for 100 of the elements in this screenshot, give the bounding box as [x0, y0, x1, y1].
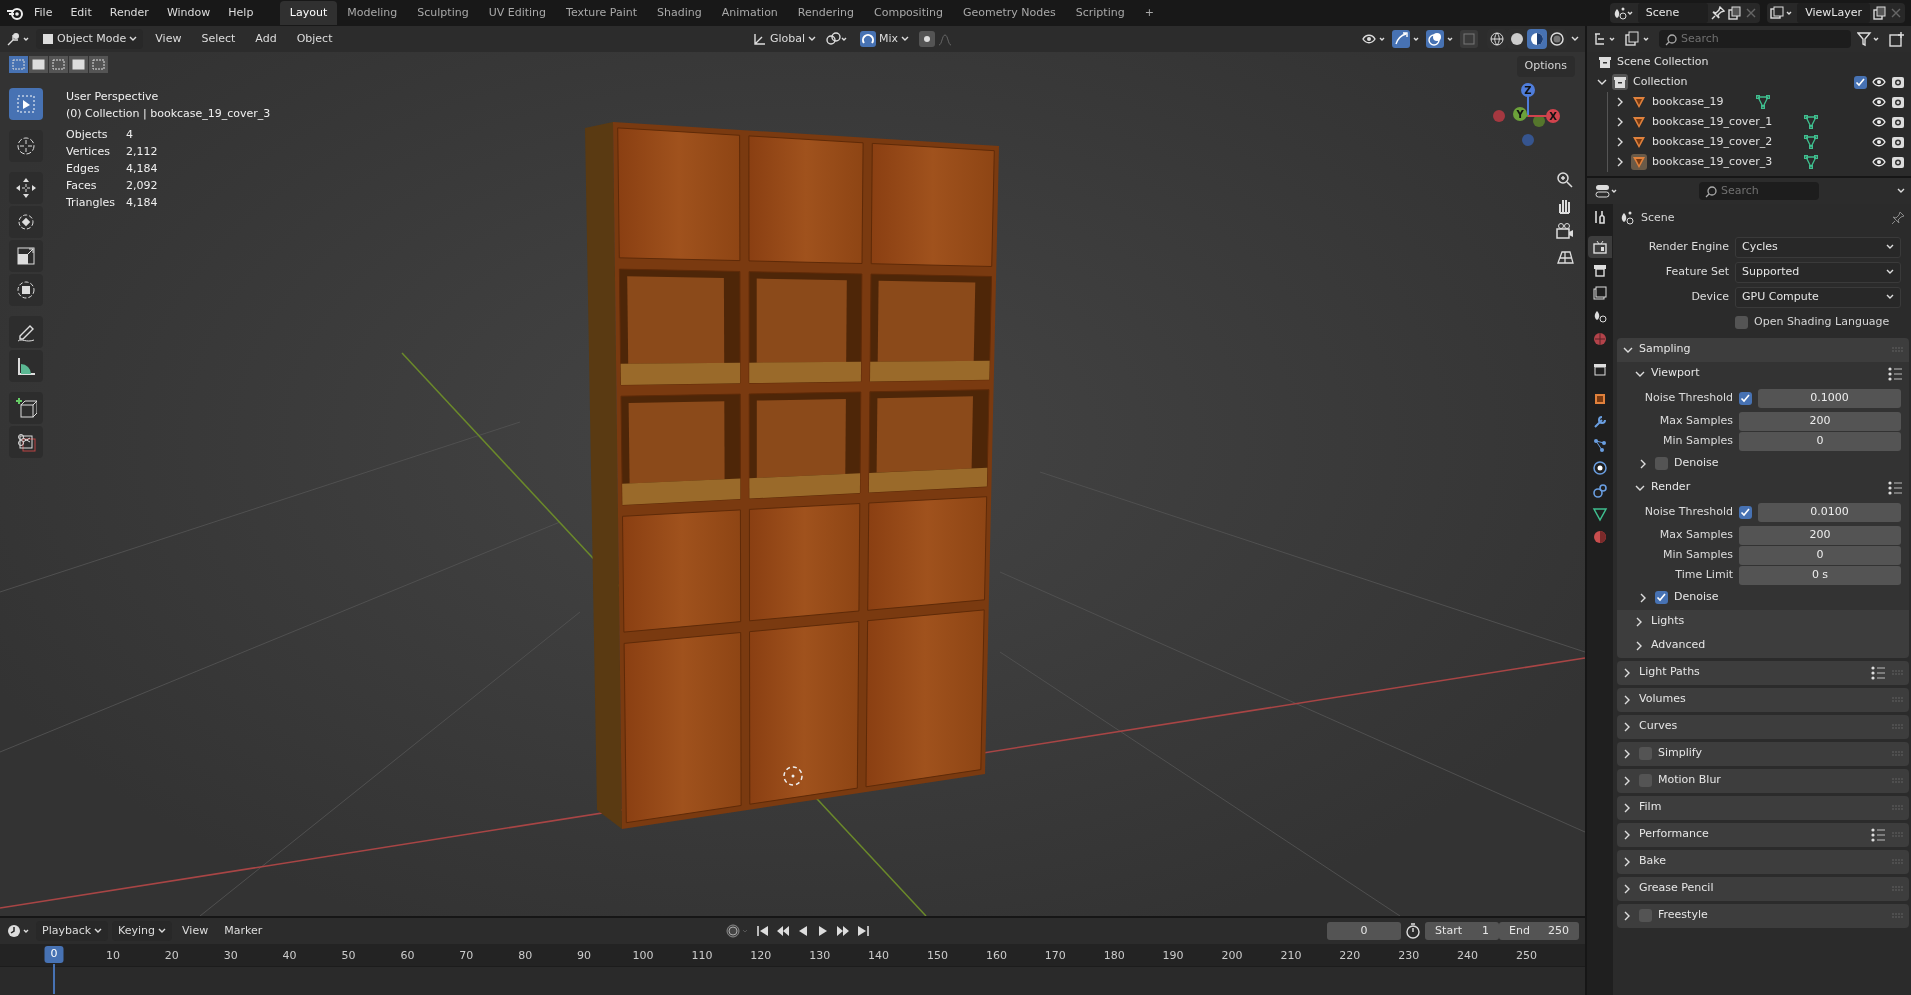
menu-item[interactable]: Help: [220, 1, 262, 25]
panel-title[interactable]: Volumes: [1639, 691, 1686, 708]
workspace-tab[interactable]: Rendering: [787, 0, 864, 26]
search-field[interactable]: Search: [1699, 181, 1819, 201]
panel-header[interactable]: Film: [1617, 795, 1909, 820]
number-field[interactable]: 0.1000: [1758, 389, 1901, 408]
tool-button[interactable]: [9, 316, 43, 348]
eye-icon[interactable]: [1872, 155, 1886, 169]
workspace-tab[interactable]: Compositing: [864, 0, 953, 26]
tool-button[interactable]: [9, 426, 43, 458]
checkbox[interactable]: [1854, 75, 1867, 89]
mesh-data-icon[interactable]: [1755, 95, 1770, 109]
next-keyframe-icon[interactable]: [834, 923, 851, 939]
mesh-data-icon[interactable]: [1804, 135, 1819, 149]
pin-icon[interactable]: [1710, 6, 1725, 20]
checkbox[interactable]: [1655, 457, 1668, 470]
camera-icon[interactable]: [1891, 75, 1905, 89]
menu-item[interactable]: Window: [158, 1, 219, 25]
select-mode-button[interactable]: [69, 56, 88, 73]
tree-item[interactable]: bookcase_19_cover_1: [1652, 113, 1773, 131]
number-field[interactable]: 200: [1739, 412, 1901, 431]
workspace-tab[interactable]: Layout: [279, 0, 338, 26]
workspace-tab[interactable]: Scripting: [1065, 0, 1135, 26]
panel-title[interactable]: Lights: [1651, 613, 1685, 630]
menu-item[interactable]: Object: [288, 27, 341, 51]
duplicate-icon[interactable]: [1727, 6, 1742, 20]
checkbox[interactable]: [1735, 315, 1748, 329]
zoom-icon[interactable]: [1555, 170, 1575, 190]
panel-title[interactable]: Grease Pencil: [1639, 880, 1714, 897]
menu-item[interactable]: Select: [193, 27, 244, 51]
workspace-tab[interactable]: Animation: [711, 0, 788, 26]
menu-item[interactable]: Add: [247, 27, 285, 51]
options-dropdown[interactable]: Options: [1516, 56, 1575, 77]
workspace-tab[interactable]: Modeling: [337, 0, 408, 26]
panel-header[interactable]: Sampling: [1617, 337, 1909, 362]
camera-icon[interactable]: [1891, 95, 1905, 109]
workspace-tab[interactable]: UV Editing: [478, 0, 557, 26]
select-mode-button[interactable]: [29, 56, 48, 73]
mesh-data-icon[interactable]: [1804, 115, 1819, 129]
panel-title[interactable]: Performance: [1639, 826, 1709, 843]
tool-button[interactable]: [9, 172, 43, 204]
select-mode-button[interactable]: [89, 56, 108, 73]
panel-header[interactable]: Grease Pencil: [1617, 876, 1909, 901]
presets-icon[interactable]: [1871, 664, 1886, 681]
checkbox[interactable]: [1739, 392, 1752, 405]
tree-item[interactable]: bookcase_19_cover_3: [1652, 153, 1773, 171]
add-workspace-button[interactable]: +: [1134, 0, 1164, 26]
blender-logo-icon[interactable]: [6, 5, 24, 21]
view-layer-field[interactable]: ViewLayer: [1797, 2, 1870, 24]
panel-title[interactable]: Sampling: [1639, 341, 1691, 358]
panel-header[interactable]: Volumes: [1617, 687, 1909, 712]
end-frame-field[interactable]: End 250: [1499, 921, 1579, 941]
navigation-gizmo-drawing[interactable]: Z Y X: [1481, 76, 1571, 151]
chevron-icon[interactable]: [1597, 77, 1607, 87]
tool-button[interactable]: [9, 130, 43, 162]
xray-toggle-icon[interactable]: [1459, 30, 1478, 48]
close-icon[interactable]: [1744, 7, 1757, 19]
panel-header[interactable]: Denoise: [1617, 451, 1909, 476]
camera-icon[interactable]: [1891, 115, 1905, 129]
panel-header[interactable]: Bake: [1617, 849, 1909, 874]
search-field[interactable]: Search: [1659, 29, 1851, 49]
panel-header[interactable]: Lights: [1617, 609, 1909, 634]
panel-title[interactable]: Freestyle: [1658, 907, 1708, 924]
mesh-object-icon[interactable]: [1631, 154, 1647, 170]
menu-item[interactable]: Keying: [112, 920, 173, 942]
camera-icon[interactable]: [1891, 135, 1905, 149]
checkbox[interactable]: [1739, 506, 1752, 519]
current-frame-field[interactable]: 0: [1327, 921, 1402, 941]
presets-icon[interactable]: [1888, 479, 1903, 496]
mode-dropdown[interactable]: Object Mode: [36, 28, 144, 50]
tool-button[interactable]: [9, 206, 43, 238]
panel-title[interactable]: Denoise: [1674, 589, 1719, 606]
tree-item[interactable]: Collection: [1633, 73, 1688, 91]
panel-header[interactable]: Denoise: [1617, 585, 1909, 610]
tree-item[interactable]: Scene Collection: [1617, 53, 1709, 71]
menu-item[interactable]: Render: [101, 1, 157, 25]
mesh-object-icon[interactable]: [1631, 134, 1647, 150]
number-field[interactable]: 200: [1739, 526, 1901, 545]
eye-icon[interactable]: [1872, 135, 1886, 149]
scene-name-field[interactable]: Scene: [1637, 2, 1708, 24]
tool-button[interactable]: [9, 350, 43, 382]
camera-icon[interactable]: [1555, 222, 1575, 242]
menu-item[interactable]: View: [147, 27, 190, 51]
eye-icon[interactable]: [1872, 95, 1886, 109]
panel-title[interactable]: Denoise: [1674, 455, 1719, 472]
workspace-tab[interactable]: Geometry Nodes: [952, 0, 1066, 26]
menu-item[interactable]: File: [26, 1, 61, 25]
eye-icon[interactable]: [1872, 75, 1886, 89]
select-mode-button[interactable]: [49, 56, 68, 73]
tool-button[interactable]: [9, 88, 43, 120]
panel-header[interactable]: Curves: [1617, 714, 1909, 739]
number-field[interactable]: 0 s: [1739, 566, 1901, 585]
panel-title[interactable]: Film: [1639, 799, 1662, 816]
panel-title[interactable]: Simplify: [1658, 745, 1703, 762]
mesh-object-icon[interactable]: [1631, 94, 1647, 110]
panel-title[interactable]: Motion Blur: [1658, 772, 1721, 789]
panel-title[interactable]: Viewport: [1651, 365, 1700, 382]
panel-title[interactable]: Curves: [1639, 718, 1678, 735]
panel-header[interactable]: Motion Blur: [1617, 768, 1909, 793]
orientation-dropdown[interactable]: Global: [746, 28, 822, 50]
